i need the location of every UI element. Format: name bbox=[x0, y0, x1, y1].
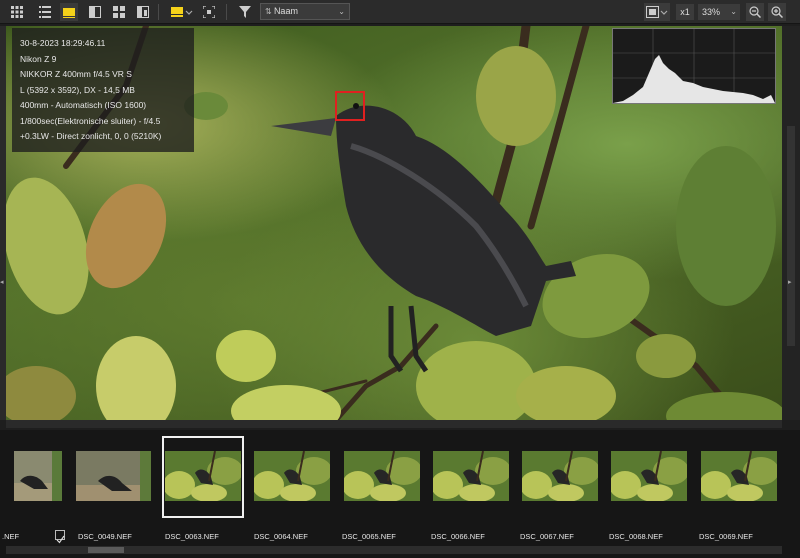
zoom-out-icon[interactable] bbox=[746, 3, 764, 21]
crow-figure bbox=[271, 103, 576, 373]
vertical-scrollbar[interactable] bbox=[787, 126, 795, 346]
list-view-icon[interactable] bbox=[36, 3, 54, 21]
info-lens: NIKKOR Z 400mm f/4.5 VR S bbox=[20, 69, 132, 79]
zoom-in-icon[interactable] bbox=[768, 3, 786, 21]
zoom-multiplier[interactable]: x1 bbox=[676, 4, 694, 20]
sort-dropdown[interactable]: ⇅ Naam ⌄ bbox=[260, 3, 350, 20]
chevron-down-icon: ⌄ bbox=[338, 7, 345, 16]
sort-icon: ⇅ bbox=[265, 7, 274, 16]
filmstrip-scrollbar-thumb[interactable] bbox=[88, 547, 124, 553]
right-panel-toggle[interactable]: ▸ bbox=[782, 26, 800, 420]
sort-label: Naam bbox=[273, 6, 298, 16]
filter-icon[interactable] bbox=[236, 3, 254, 21]
info-exposure-wb: +0.3LW - Direct zonlicht, 0, 0 (5210K) bbox=[20, 131, 162, 141]
rating-view-icon[interactable] bbox=[170, 3, 194, 21]
filename-label: DSC_0066.NEF bbox=[431, 532, 485, 541]
image-viewer[interactable]: 30-8-2023 18:29:46.11 Nikon Z 9 NIKKOR Z… bbox=[6, 26, 782, 420]
info-size: L (5392 x 3592), DX - 14,5 MB bbox=[20, 84, 135, 95]
info-datetime: 30-8-2023 18:29:46.11 bbox=[20, 38, 106, 48]
grid-2x2-icon[interactable] bbox=[110, 3, 128, 21]
filename-label: DSC_0069.NEF bbox=[699, 532, 753, 541]
filename-label: DSC_0049.NEF bbox=[78, 532, 132, 541]
chevron-down-icon: ⌄ bbox=[730, 7, 737, 16]
thumbnail-dsc-0064[interactable] bbox=[254, 451, 330, 501]
chevron-left-icon: ◂ bbox=[0, 279, 4, 286]
filename-label: DSC_0065.NEF bbox=[342, 532, 396, 541]
split-view-icon[interactable] bbox=[86, 3, 104, 21]
filename-partial: .NEF bbox=[2, 532, 20, 541]
fullscreen-icon[interactable] bbox=[200, 3, 218, 21]
zoom-percent-value: 33% bbox=[702, 7, 721, 17]
fit-screen-button[interactable] bbox=[644, 3, 670, 21]
checkbox-icon[interactable] bbox=[55, 530, 65, 544]
filename-label: DSC_0064.NEF bbox=[254, 532, 308, 541]
toolbar: ⇅ Naam ⌄ x1 33% ⌄ bbox=[0, 0, 800, 24]
viewer-horizontal-scrollbar[interactable] bbox=[6, 420, 782, 428]
thumbnail-dsc-0069[interactable] bbox=[701, 451, 777, 501]
info-camera: Nikon Z 9 bbox=[20, 53, 57, 64]
filename-label: DSC_0067.NEF bbox=[520, 532, 574, 541]
thumbnail-dsc-0063[interactable] bbox=[165, 451, 241, 501]
thumbnail-dsc-0068[interactable] bbox=[611, 451, 687, 501]
thumbnail-dsc-0067[interactable] bbox=[522, 451, 598, 501]
filmstrip: .NEF DSC_0049.NEF DSC_0063.NEF DSC_0064.… bbox=[0, 430, 800, 558]
filename-label: DSC_0063.NEF bbox=[165, 532, 219, 541]
thumbnail-dsc-0065[interactable] bbox=[344, 451, 420, 501]
shooting-info-overlay: 30-8-2023 18:29:46.11 Nikon Z 9 NIKKOR Z… bbox=[12, 28, 194, 152]
info-focal-iso: 400mm - Automatisch (ISO 1600) bbox=[20, 100, 147, 110]
filename-label: DSC_0068.NEF bbox=[609, 532, 663, 541]
grid-view-icon[interactable] bbox=[8, 3, 26, 21]
zoom-percent-dropdown[interactable]: 33% ⌄ bbox=[698, 4, 740, 20]
histogram bbox=[612, 28, 776, 104]
chevron-right-icon: ▸ bbox=[788, 279, 792, 286]
filmstrip-scrollbar[interactable] bbox=[6, 546, 782, 554]
compare-icon[interactable] bbox=[134, 3, 152, 21]
single-view-icon[interactable] bbox=[60, 3, 78, 21]
toolbar-separator bbox=[158, 4, 159, 20]
info-shutter-aperture: 1/800sec(Elektronische sluiter) - f/4.5 bbox=[20, 115, 161, 126]
toolbar-separator bbox=[226, 4, 227, 20]
thumbnail-dsc-0066[interactable] bbox=[433, 451, 509, 501]
thumbnail-dsc-0049[interactable] bbox=[76, 451, 151, 501]
thumbnail-partial[interactable] bbox=[14, 451, 62, 501]
